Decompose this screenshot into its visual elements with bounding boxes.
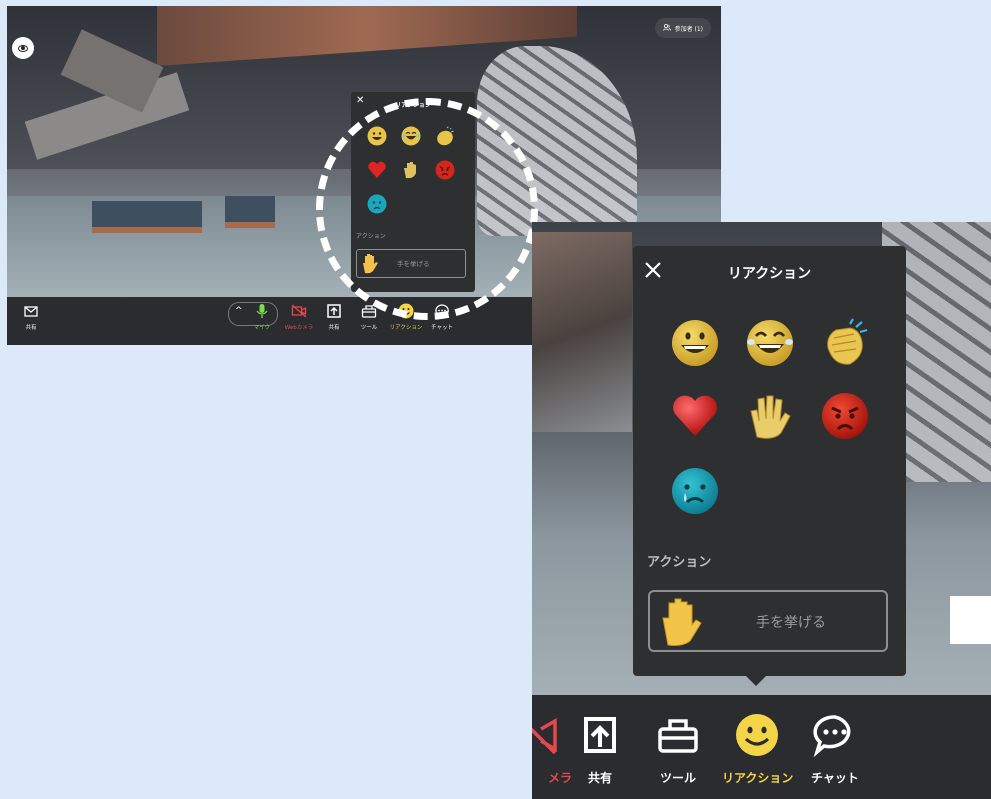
share-label: 共有 <box>328 325 340 331</box>
raise-hand-button[interactable]: 手を挙げる <box>648 590 888 652</box>
highlight-dashed-circle <box>316 98 538 320</box>
reaction-label: リアクション <box>722 771 794 785</box>
raise-hand-label: 手を挙げる <box>756 615 826 631</box>
toolbox-icon <box>658 719 698 753</box>
smiley-icon <box>736 714 778 756</box>
participants-label: 参加者 (1) <box>674 25 703 33</box>
clapping-hands-icon[interactable] <box>820 318 870 368</box>
reaction-panel: リアクション アクション 手を挙げる <box>633 246 906 676</box>
microphone-icon <box>256 304 268 318</box>
share-screen-icon <box>327 304 341 318</box>
participants-icon <box>662 23 671 33</box>
reaction-panel-title: リアクション <box>727 266 812 282</box>
mic-label: マイク <box>253 325 271 331</box>
mic-button[interactable]: マイク <box>243 303 281 331</box>
waving-hand-icon[interactable] <box>745 391 795 441</box>
reaction-label: リアクション <box>389 325 423 331</box>
share-left-label: 共有 <box>25 325 37 331</box>
tools-label: ツール <box>360 325 378 331</box>
chevron-up-icon[interactable]: ^ <box>235 306 243 316</box>
participants-badge[interactable]: 参加者 (1) <box>654 18 711 38</box>
laughing-tears-icon[interactable] <box>745 318 795 368</box>
zoomed-screenshot: リアクション アクション 手を挙げる メラ 共有 ツール リアクション チャット <box>532 222 991 799</box>
panel-pointer-arrow <box>746 676 766 686</box>
grinning-face-icon[interactable] <box>670 318 720 368</box>
reaction-button[interactable]: リアクション <box>722 713 794 786</box>
heart-icon[interactable] <box>670 391 720 441</box>
share-left-button[interactable]: 共有 <box>12 303 50 331</box>
chat-button[interactable]: チャット <box>800 713 870 786</box>
chat-label: チャット <box>811 771 859 785</box>
tools-label: ツール <box>659 771 696 785</box>
view-toggle-button[interactable] <box>12 37 34 59</box>
webcam-button[interactable]: Webカメラ <box>280 303 318 331</box>
share-label: 共有 <box>587 771 612 785</box>
angry-face-icon[interactable] <box>820 391 870 441</box>
webcam-label: Webカメラ <box>284 325 314 331</box>
bottom-toolbar: メラ 共有 ツール リアクション チャット <box>532 695 991 799</box>
tools-button[interactable]: ツール <box>643 713 713 786</box>
chat-label: チャット <box>431 325 453 331</box>
envelope-icon <box>24 306 38 317</box>
action-section-header: アクション <box>647 555 712 570</box>
webcam-off-icon <box>291 304 307 318</box>
chat-bubble-icon <box>813 715 851 757</box>
raised-hand-icon <box>662 598 702 646</box>
share-screen-icon <box>584 717 616 753</box>
share-button[interactable]: 共有 <box>315 303 353 331</box>
eye-icon <box>18 44 28 52</box>
webcam-off-icon <box>532 717 557 755</box>
crying-face-icon[interactable] <box>670 466 720 516</box>
share-button[interactable]: 共有 <box>565 713 635 786</box>
